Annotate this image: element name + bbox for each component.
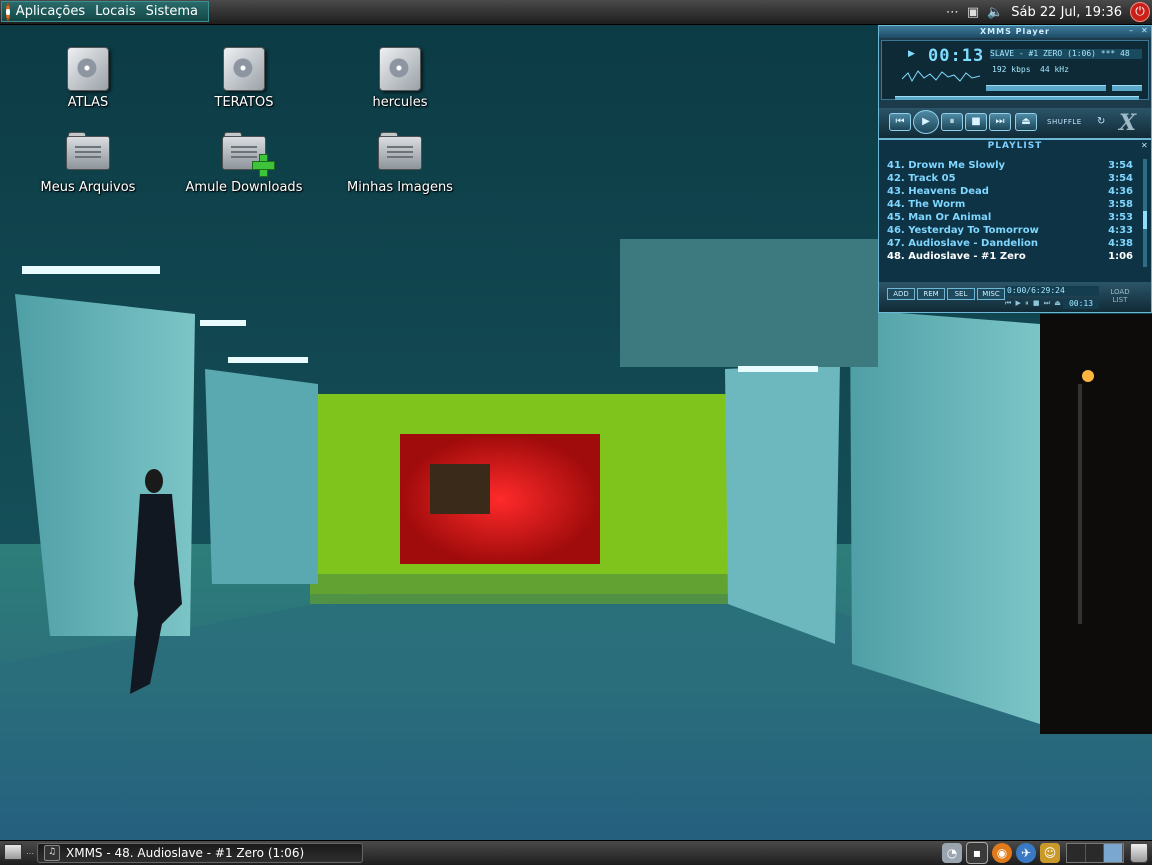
minimize-icon[interactable]: –: [1129, 27, 1137, 35]
xmms-logo-icon: X: [1119, 110, 1137, 136]
balance-slider[interactable]: [1112, 85, 1142, 91]
menu-places[interactable]: Locais: [95, 4, 135, 19]
panel-launchers: ◔ ▪ ◉ ✈ ☺: [938, 841, 1152, 865]
playlist-scrollbar[interactable]: [1143, 159, 1147, 267]
taskbar-window-title: XMMS - 48. Audioslave - #1 Zero (1:06): [66, 846, 305, 860]
playlist-list: 41. Drown Me Slowly 3:54 42. Track 05 3:54…: [887, 159, 1133, 263]
top-panel: Aplicações Locais Sistema ⋯ ▣ 🔈 Sáb 22 J…: [0, 0, 1152, 25]
trash-icon[interactable]: [1130, 843, 1148, 863]
mini-controls[interactable]: ⏮ ▶ ⏸ ■ ⏭ ⏏: [1005, 299, 1062, 308]
show-desktop-icon[interactable]: [4, 844, 22, 860]
desktop-icon-label: TERATOS: [214, 95, 274, 110]
folder-icon: [378, 132, 422, 170]
next-button[interactable]: ⏭: [989, 113, 1011, 131]
bottom-panel: ⋯ ♫ XMMS - 48. Audioslave - #1 Zero (1:0…: [0, 840, 1152, 865]
xmms-display: ▶ 00:13 SLAVE - #1 ZERO (1:06) *** 48 19…: [881, 40, 1149, 100]
panel-grip-icon: ⋯: [26, 849, 34, 858]
repeat-icon[interactable]: ↻: [1097, 116, 1105, 127]
drive-icon: [67, 47, 109, 91]
xmms-main-window[interactable]: XMMS Player – ✕ ▶ 00:13 SLAVE - #1 ZERO …: [878, 25, 1152, 139]
desktop-icon-label: Minhas Imagens: [347, 180, 453, 195]
users-icon[interactable]: ☺: [1040, 843, 1060, 863]
playlist-title[interactable]: PLAYLIST: [879, 140, 1151, 153]
desktop-icon-label: ATLAS: [67, 95, 109, 110]
browser-icon[interactable]: ✈: [1016, 843, 1036, 863]
ubuntu-logo-icon[interactable]: [6, 2, 10, 21]
system-tray: ⋯ ▣ 🔈 Sáb 22 Jul, 19:36 ⏻: [946, 0, 1152, 24]
seek-bar[interactable]: [895, 96, 1139, 100]
desktop-icon-amule-downloads[interactable]: Amule Downloads: [179, 128, 309, 195]
power-icon[interactable]: ⏻: [1130, 2, 1150, 22]
desktop-icon-teratos[interactable]: TERATOS: [179, 47, 309, 110]
desktop-icon-atlas[interactable]: ATLAS: [23, 47, 153, 110]
firefox-icon[interactable]: ◉: [992, 843, 1012, 863]
desktop-icon-meus-arquivos[interactable]: Meus Arquivos: [23, 128, 153, 195]
desktop-icon-hercules[interactable]: hercules: [335, 47, 465, 110]
playlist-row[interactable]: 41. Drown Me Slowly 3:54: [887, 159, 1133, 172]
taskbar-button-xmms[interactable]: ♫ XMMS - 48. Audioslave - #1 Zero (1:06): [37, 843, 363, 863]
playlist-row[interactable]: 43. Heavens Dead 4:36: [887, 185, 1133, 198]
playlist-select-button[interactable]: SEL: [947, 288, 975, 300]
playlist-remove-button[interactable]: REM: [917, 288, 945, 300]
load-list-button[interactable]: LOAD LIST: [1109, 288, 1131, 304]
xmms-time-display[interactable]: 00:13: [928, 46, 984, 66]
menu-applications[interactable]: Aplicações: [16, 4, 85, 19]
xmms-titlebar[interactable]: XMMS Player: [879, 26, 1151, 38]
mini-time-display: 00:13: [1063, 299, 1099, 309]
desktop-icon-label: Amule Downloads: [185, 180, 303, 195]
eject-button[interactable]: ⏏: [1015, 113, 1037, 131]
clock[interactable]: Sáb 22 Jul, 19:36: [1011, 5, 1122, 20]
network-icon[interactable]: ▣: [967, 5, 979, 20]
folder-icon: [66, 132, 110, 170]
desktop-icon-label: Meus Arquivos: [40, 180, 136, 195]
close-icon[interactable]: ✕: [1141, 142, 1149, 150]
playlist-row[interactable]: 47. Audioslave - Dandelion 4:38: [887, 237, 1133, 250]
shuffle-toggle[interactable]: SHUFFLE: [1047, 118, 1082, 126]
xmms-song-marquee: SLAVE - #1 ZERO (1:06) *** 48: [990, 49, 1142, 59]
tray-grip-icon: ⋯: [945, 4, 959, 20]
drive-icon: [379, 47, 421, 91]
xmms-bitrate: 192 kbps: [992, 65, 1031, 74]
folder-add-icon: [222, 132, 275, 177]
playlist-add-button[interactable]: ADD: [887, 288, 915, 300]
volume-slider[interactable]: [986, 85, 1106, 91]
play-button[interactable]: ▶: [913, 110, 939, 134]
drive-icon: [223, 47, 265, 91]
desktop-icon-minhas-imagens[interactable]: Minhas Imagens: [335, 128, 465, 195]
playlist-total-time: 0:00/6:29:24: [1005, 286, 1099, 296]
playlist-row[interactable]: 45. Man Or Animal 3:53: [887, 211, 1133, 224]
menu-system[interactable]: Sistema: [146, 4, 198, 19]
xmms-playlist-window[interactable]: PLAYLIST ✕ 41. Drown Me Slowly 3:54 42. T…: [878, 139, 1152, 313]
stop-button[interactable]: ■: [965, 113, 987, 131]
playlist-row[interactable]: 46. Yesterday To Tomorrow 4:33: [887, 224, 1133, 237]
playlist-toolbar: ADD REM SEL MISC 0:00/6:29:24 ⏮ ▶ ⏸ ■ ⏭ …: [879, 282, 1151, 312]
terminal-icon[interactable]: ▪: [966, 842, 988, 864]
playlist-row[interactable]: 42. Track 05 3:54: [887, 172, 1133, 185]
desktop-icon-label: hercules: [372, 95, 428, 110]
volume-icon[interactable]: 🔈: [987, 5, 1003, 20]
playlist-misc-button[interactable]: MISC: [977, 288, 1005, 300]
headphones-icon: ♫: [44, 845, 60, 861]
playing-indicator-icon: ▶: [908, 49, 915, 59]
xmms-controls: ⏮ ▶ ⏸ ■ ⏭ ⏏ SHUFFLE ↻ X: [879, 108, 1151, 138]
xmms-samplerate: 44 kHz: [1040, 65, 1069, 74]
playlist-row[interactable]: 44. The Worm 3:58: [887, 198, 1133, 211]
disk-utility-icon[interactable]: ◔: [942, 843, 962, 863]
xmms-visualizer[interactable]: [902, 67, 980, 85]
close-icon[interactable]: ✕: [1141, 27, 1149, 35]
workspace-switcher[interactable]: [1066, 843, 1124, 863]
playlist-row-current[interactable]: 48. Audioslave - #1 Zero 1:06: [887, 250, 1133, 263]
previous-button[interactable]: ⏮: [889, 113, 911, 131]
pause-button[interactable]: ⏸: [941, 113, 963, 131]
main-menu-bar: Aplicações Locais Sistema: [1, 1, 209, 22]
